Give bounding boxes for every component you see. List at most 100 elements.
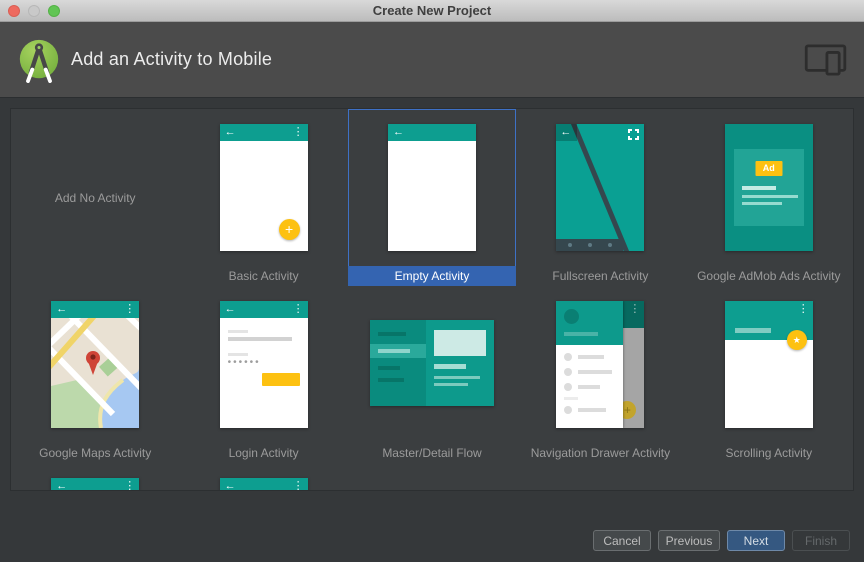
back-arrow-icon: ← xyxy=(560,126,572,138)
template-label: Navigation Drawer Activity xyxy=(530,446,671,460)
create-new-project-dialog: Create New Project Add an Activity to Mo… xyxy=(0,0,864,562)
drawer-subheader-line xyxy=(564,397,579,400)
master-detail-thumbnail xyxy=(369,320,494,406)
empty-activity-thumbnail: ← xyxy=(387,124,476,251)
placeholder-line xyxy=(578,385,601,389)
admob-activity-thumbnail: Ad xyxy=(724,124,813,251)
template-empty-activity[interactable]: ← Empty Activity xyxy=(347,109,517,286)
appbar: ← ⋮ xyxy=(51,478,140,491)
back-arrow-icon: ← xyxy=(56,303,68,315)
placeholder-line xyxy=(377,378,404,382)
overflow-menu-icon: ⋮ xyxy=(124,480,136,491)
partial-thumbnail: ← ⋮ xyxy=(51,478,140,491)
template-label: Google AdMob Ads Activity xyxy=(697,269,841,283)
template-grid: Add No Activity ← ⋮ + Basic Activity ← E… xyxy=(11,109,853,491)
template-basic-activity[interactable]: ← ⋮ + Basic Activity xyxy=(179,109,347,286)
appbar-corner: ← xyxy=(556,124,578,141)
placeholder-line xyxy=(227,353,248,356)
item-icon xyxy=(564,406,573,414)
template-add-no-activity[interactable]: Add No Activity xyxy=(11,109,179,286)
placeholder-line xyxy=(227,330,248,333)
placeholder-line xyxy=(741,195,798,198)
cancel-button[interactable]: Cancel xyxy=(593,530,651,551)
traffic-lights xyxy=(8,5,60,17)
back-arrow-icon: ← xyxy=(224,480,236,491)
nav-drawer-thumbnail: + ⋮ xyxy=(556,301,645,428)
template-label: Add No Activity xyxy=(54,190,136,205)
back-arrow-icon: ← xyxy=(224,303,236,315)
close-button[interactable] xyxy=(8,5,20,17)
placeholder-line xyxy=(377,366,400,370)
template-partial-row3-a[interactable]: ← ⋮ xyxy=(11,463,179,491)
map-graphic xyxy=(51,318,140,428)
drawer-panel xyxy=(556,301,624,428)
template-master-detail-flow[interactable]: Master/Detail Flow xyxy=(348,286,516,463)
wizard-footer: Cancel Previous Next Finish xyxy=(593,530,850,551)
overflow-menu-icon: ⋮ xyxy=(124,303,136,315)
template-scrolling-activity[interactable]: ⋮ ★ Scrolling Activity xyxy=(685,286,853,463)
minimize-button xyxy=(28,5,40,17)
template-partial-row3-b[interactable]: ← ⋮ xyxy=(179,463,347,491)
template-label-selected: Empty Activity xyxy=(347,266,517,286)
placeholder-line xyxy=(741,202,782,205)
overflow-menu-icon: ⋮ xyxy=(292,126,304,138)
overflow-menu-icon: ⋮ xyxy=(629,303,641,315)
template-label: Master/Detail Flow xyxy=(382,446,482,460)
fab-star-icon: ★ xyxy=(786,330,807,350)
fullscreen-activity-thumbnail: ← xyxy=(556,124,645,251)
android-studio-logo-icon xyxy=(19,39,59,83)
appbar: ← ⋮ xyxy=(219,301,308,318)
appbar: ← ⋮ xyxy=(51,301,140,318)
placeholder-line xyxy=(741,186,776,190)
placeholder-line xyxy=(377,332,406,336)
activity-template-gallery: Add No Activity ← ⋮ + Basic Activity ← E… xyxy=(10,108,854,491)
overflow-menu-icon: ⋮ xyxy=(292,480,304,491)
detail-image-placeholder xyxy=(433,330,486,356)
zoom-button[interactable] xyxy=(48,5,60,17)
back-arrow-icon: ← xyxy=(392,126,404,138)
diagonal-line xyxy=(571,124,630,251)
template-login-activity[interactable]: ← ⋮ •••••• Login Activity xyxy=(179,286,347,463)
finish-button-disabled: Finish xyxy=(792,530,850,551)
item-icon xyxy=(564,383,573,391)
placeholder-line xyxy=(433,364,466,369)
placeholder-line xyxy=(578,370,613,374)
placeholder-line xyxy=(578,355,605,359)
wizard-header: Add an Activity to Mobile xyxy=(0,22,864,97)
fab-plus-icon: + xyxy=(278,219,300,240)
placeholder-line xyxy=(377,349,410,353)
title-line xyxy=(734,328,771,333)
template-navigation-drawer-activity[interactable]: + ⋮ Navigation Drawer Activity xyxy=(516,286,684,463)
back-arrow-icon: ← xyxy=(224,126,236,138)
template-google-maps-activity[interactable]: ← ⋮ Google Maps Activity xyxy=(11,286,179,463)
overflow-menu-icon: ⋮ xyxy=(797,303,809,315)
next-button[interactable]: Next xyxy=(727,530,785,551)
scrolling-activity-thumbnail: ⋮ ★ xyxy=(724,301,813,428)
item-icon xyxy=(564,368,573,376)
placeholder-line xyxy=(433,383,468,386)
overflow-menu-icon: ⋮ xyxy=(292,303,304,315)
placeholder-line xyxy=(433,376,480,379)
item-icon xyxy=(564,353,573,361)
window-title: Create New Project xyxy=(372,3,492,18)
input-line xyxy=(227,337,292,341)
template-fullscreen-activity[interactable]: ← Fullscreen Activity xyxy=(516,109,684,286)
fullscreen-icon xyxy=(628,129,640,140)
appbar: ← xyxy=(387,124,476,141)
mobile-tablet-form-factor-icon xyxy=(804,43,847,76)
sign-in-button-placeholder xyxy=(261,373,300,386)
template-label: Basic Activity xyxy=(228,269,299,283)
ad-card: Ad xyxy=(733,149,804,226)
appbar: ← ⋮ xyxy=(219,124,308,141)
login-activity-thumbnail: ← ⋮ •••••• xyxy=(219,301,308,428)
appbar: ← ⋮ xyxy=(219,478,308,491)
previous-button[interactable]: Previous xyxy=(658,530,720,551)
basic-activity-thumbnail: ← ⋮ + xyxy=(219,124,308,251)
placeholder-line xyxy=(578,408,607,412)
back-arrow-icon: ← xyxy=(56,480,68,491)
dimmed-appbar: ⋮ xyxy=(623,301,645,328)
maps-activity-thumbnail: ← ⋮ xyxy=(51,301,140,428)
password-dots: •••••• xyxy=(227,357,261,368)
avatar xyxy=(564,309,580,324)
template-admob-ads-activity[interactable]: Ad Google AdMob Ads Activity xyxy=(685,109,853,286)
